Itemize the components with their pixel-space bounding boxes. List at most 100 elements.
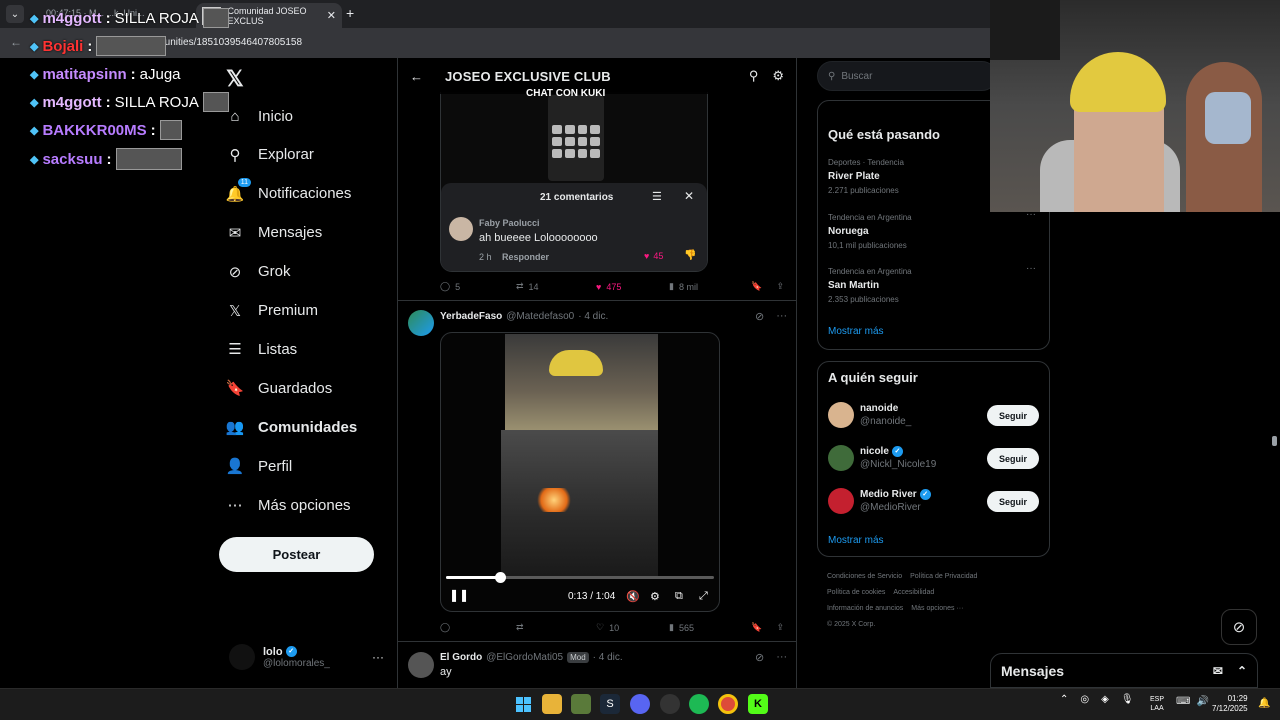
trends-show-more[interactable]: Mostrar más xyxy=(828,326,884,337)
follow-suggestion-name[interactable]: nanoide xyxy=(860,403,898,414)
tray-app-icon[interactable]: ◈ xyxy=(1101,694,1109,705)
search-icon[interactable]: ⚲ xyxy=(749,68,759,84)
sidebar-item-listas[interactable]: ☰ Listas xyxy=(226,337,297,361)
sidebar-item-premium[interactable]: 𝕏 Premium xyxy=(226,299,318,323)
speaker-icon[interactable]: 🔊 xyxy=(1196,696,1208,707)
url-text[interactable]: mmunities/1851039546407805158 xyxy=(148,37,302,48)
spotify-icon[interactable] xyxy=(689,694,709,714)
sidebar-item-inicio[interactable]: ⌂ Inicio xyxy=(226,104,293,128)
avatar[interactable] xyxy=(408,310,434,336)
sidebar-item-explorar[interactable]: ⚲ Explorar xyxy=(226,143,314,167)
footer-link[interactable]: Política de Privacidad xyxy=(910,573,977,580)
trend-more-icon[interactable]: ··· xyxy=(1026,263,1036,274)
author-handle[interactable]: @ElGordoMati05 xyxy=(486,652,563,663)
back-arrow-icon[interactable]: ← xyxy=(410,69,423,84)
video-scrubber-handle[interactable] xyxy=(494,572,506,583)
follow-button[interactable]: Seguir xyxy=(987,448,1039,469)
follow-suggestion-name[interactable]: nicole ✓ xyxy=(860,446,903,457)
chrome-icon[interactable] xyxy=(718,694,738,714)
trend-name[interactable]: River Plate xyxy=(828,171,880,182)
steam-icon[interactable]: S xyxy=(600,694,620,714)
avatar[interactable] xyxy=(828,488,854,514)
follow-suggestion-name[interactable]: Medio River ✓ xyxy=(860,489,931,500)
browser-back-icon[interactable]: ← xyxy=(10,35,22,49)
footer-link[interactable]: Política de cookies xyxy=(827,589,885,596)
follow-show-more[interactable]: Mostrar más xyxy=(828,535,884,546)
trend-post-count[interactable]: 2.271 publicaciones xyxy=(828,186,899,195)
footer-link[interactable]: Accesibilidad xyxy=(893,589,934,596)
share-icon[interactable]: ⇪ xyxy=(776,281,784,292)
repost-action[interactable]: ⇄ 14 xyxy=(516,281,596,292)
sidebar-item-guardados[interactable]: 🔖 Guardados xyxy=(226,376,333,400)
obs-icon[interactable] xyxy=(660,694,680,714)
share-icon[interactable]: ⇪ xyxy=(776,622,784,633)
repost-action[interactable]: ⇄ xyxy=(516,622,596,633)
language-indicator[interactable]: ESP LAA xyxy=(1150,695,1164,713)
chevron-up-icon[interactable]: ⌃ xyxy=(1060,694,1068,705)
more-icon[interactable]: ··· xyxy=(776,651,787,664)
author-name[interactable]: YerbadeFaso xyxy=(440,311,502,322)
mute-icon[interactable]: 🔇 xyxy=(626,590,640,603)
trend-name[interactable]: Noruega xyxy=(828,226,869,237)
bookmark-icon[interactable]: 🔖 xyxy=(751,622,762,633)
close-tab-icon[interactable]: ✕ xyxy=(327,9,336,22)
avatar[interactable] xyxy=(828,402,854,428)
trend-post-count[interactable]: 2.353 publicaciones xyxy=(828,295,899,304)
like-action[interactable]: ♡ 10 xyxy=(596,622,669,633)
like-action[interactable]: ♥ 475 xyxy=(596,282,669,292)
reply-button[interactable]: Responder xyxy=(502,252,549,262)
fullscreen-icon[interactable]: ⤢ xyxy=(699,590,708,603)
close-icon[interactable]: ✕ xyxy=(684,189,694,203)
pip-icon[interactable]: ⧉ xyxy=(675,590,683,603)
new-tab-button[interactable]: + xyxy=(346,5,354,21)
tab-list-button[interactable]: ⌄ xyxy=(6,5,24,23)
bookmark-icon[interactable]: 🔖 xyxy=(751,281,762,292)
sidebar-item-perfil[interactable]: 👤 Perfil xyxy=(226,454,293,478)
sidebar-item-grok[interactable]: ⊘ Grok xyxy=(226,260,291,284)
follow-button[interactable]: Seguir xyxy=(987,405,1039,426)
expand-icon[interactable]: ⌃ xyxy=(1237,664,1247,678)
follow-suggestion-handle[interactable]: @nanoide_ xyxy=(860,416,911,427)
footer-link[interactable]: © 2025 X Corp. xyxy=(827,621,875,628)
avatar[interactable] xyxy=(828,445,854,471)
views-action[interactable]: ▮ 8 mil xyxy=(669,281,747,292)
reply-action[interactable]: ◯ xyxy=(440,622,516,633)
sidebar-item-mensajes[interactable]: ✉ Mensajes xyxy=(226,221,323,245)
x-logo-icon[interactable]: 𝕏 xyxy=(226,66,244,92)
follow-button[interactable]: Seguir xyxy=(987,491,1039,512)
grok-icon[interactable]: ⊘ xyxy=(755,651,764,664)
follow-suggestion-handle[interactable]: @Nickl_Nicole19 xyxy=(860,459,936,470)
tray-app-icon[interactable]: ◎ xyxy=(1080,694,1089,705)
windows-start-icon[interactable] xyxy=(513,694,533,714)
grok-floating-button[interactable]: ⊘ xyxy=(1221,609,1257,645)
new-message-icon[interactable]: ✉ xyxy=(1213,664,1223,678)
trend-post-count[interactable]: 10,1 mil publicaciones xyxy=(828,241,907,250)
more-icon[interactable]: ··· xyxy=(776,310,787,323)
notification-bell-icon[interactable]: 🔔 xyxy=(1258,698,1270,709)
grok-icon[interactable]: ⊘ xyxy=(755,310,764,323)
views-action[interactable]: ▮ 565 xyxy=(669,622,747,633)
trend-category[interactable]: Tendencia en Argentina xyxy=(828,213,912,222)
comment-like-button[interactable]: ♥ 45 xyxy=(644,251,663,261)
discord-icon[interactable] xyxy=(630,694,650,714)
post-date[interactable]: · 4 dic. xyxy=(593,652,623,663)
account-switcher[interactable]: lolo ✓ @lolomorales_ ··· xyxy=(229,644,384,670)
sidebar-item-comunidades[interactable]: 👥 Comunidades xyxy=(226,415,358,439)
reply-action[interactable]: ◯ 5 xyxy=(440,281,516,292)
author-name[interactable]: El Gordo xyxy=(440,652,482,663)
gear-icon[interactable]: ⚙ xyxy=(772,68,784,84)
microphone-icon[interactable]: 🎙 xyxy=(1121,694,1134,705)
trend-name[interactable]: San Martin xyxy=(828,280,879,291)
file-explorer-icon[interactable] xyxy=(542,694,562,714)
scrollbar-thumb[interactable] xyxy=(1272,436,1277,446)
sidebar-item-m-s-opciones[interactable]: ⋯ Más opciones xyxy=(226,493,351,517)
thumbs-down-icon[interactable]: 👎 xyxy=(684,250,696,261)
post-button[interactable]: Postear xyxy=(219,537,374,572)
sidebar-item-notificaciones[interactable]: 🔔 11 Notificaciones xyxy=(226,177,351,206)
follow-suggestion-handle[interactable]: @MedioRiver xyxy=(860,502,921,513)
avatar[interactable] xyxy=(408,652,434,678)
sort-icon[interactable]: ☰ xyxy=(652,190,662,203)
trend-category[interactable]: Deportes · Tendencia xyxy=(828,158,904,167)
search-input[interactable]: ⚲ Buscar xyxy=(817,61,997,91)
trend-category[interactable]: Tendencia en Argentina xyxy=(828,267,912,276)
